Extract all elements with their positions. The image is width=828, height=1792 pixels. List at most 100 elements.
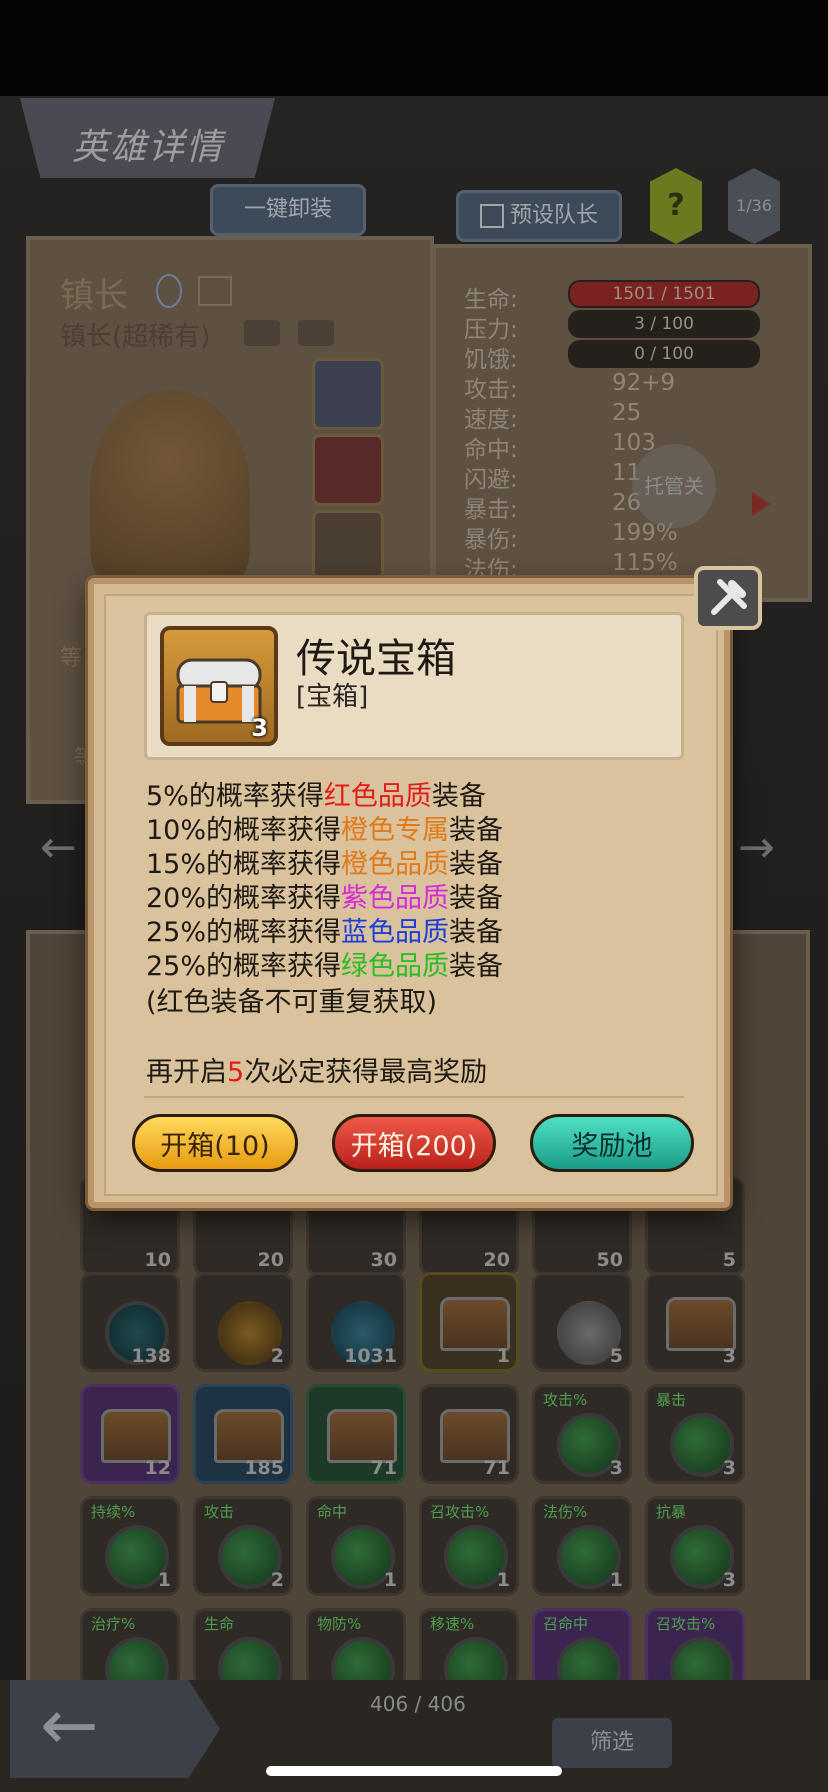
inventory-slot[interactable]: 命中 1	[306, 1496, 406, 1596]
slot-tag: 法伤%	[543, 1503, 588, 1521]
preset-leader-toggle[interactable]: 预设队长	[456, 190, 622, 242]
inventory-slot[interactable]: 185	[193, 1384, 293, 1484]
slot-count: 20	[257, 1249, 284, 1271]
inventory-slot[interactable]: 生命	[193, 1608, 293, 1701]
page-indicator[interactable]: 1/36	[728, 168, 780, 244]
stat-label-crit: 暴击:	[464, 497, 518, 523]
level-label: 等	[60, 646, 83, 671]
slot-count: 5	[609, 1345, 623, 1367]
stat-label-hp: 生命:	[464, 287, 518, 313]
slot-count: 3	[722, 1457, 736, 1479]
slot-tag: 生命	[204, 1615, 235, 1633]
inventory-slot[interactable]: 持续% 1	[80, 1496, 180, 1596]
stat-bar-hp: 1501 / 1501	[568, 280, 760, 308]
stat-label-stress: 压力:	[464, 317, 518, 343]
next-hero-arrow-icon[interactable]: →	[738, 822, 788, 873]
chest-icon	[101, 1409, 171, 1463]
equip-slot-head[interactable]	[312, 358, 384, 430]
slot-count: 50	[596, 1249, 623, 1271]
slot-count: 10	[144, 1249, 171, 1271]
hero-subtitle: 镇长(超稀有)	[60, 322, 211, 352]
chest-icon	[440, 1409, 510, 1463]
item-count: 3	[251, 714, 268, 742]
inventory-slot[interactable]: 召攻击%	[645, 1608, 745, 1701]
stat-label-crit-dmg: 暴伤:	[464, 527, 518, 553]
open-200-button[interactable]: 开箱(200)	[332, 1114, 496, 1172]
slot-tag: 物防%	[317, 1615, 362, 1633]
inventory-slot[interactable]: 71	[419, 1384, 519, 1484]
item-icon-frame: 3	[160, 626, 278, 746]
inventory-slot[interactable]: 138	[80, 1272, 180, 1372]
inventory-slot[interactable]: 暴击 3	[645, 1384, 745, 1484]
back-button[interactable]: ←	[10, 1680, 220, 1778]
inventory-slot[interactable]: 3	[645, 1272, 745, 1372]
slot-count: 3	[609, 1457, 623, 1479]
prob-text: 25%的概率获得	[146, 951, 342, 982]
slot-count: 20	[483, 1249, 510, 1271]
help-button[interactable]: ?	[650, 168, 702, 244]
inventory-slot[interactable]: 5	[532, 1272, 632, 1372]
inventory-slot[interactable]: 物防%	[306, 1608, 406, 1701]
inventory-slot[interactable]: 移速%	[419, 1608, 519, 1701]
guarantee-number: 5	[227, 1057, 245, 1088]
auto-battle-button[interactable]: 托管关	[632, 444, 716, 528]
slot-tag: 抗暴	[656, 1503, 687, 1521]
inventory-slot[interactable]: 抗暴 3	[645, 1496, 745, 1596]
item-type: [宝箱]	[296, 682, 369, 712]
guarantee-pre: 再开启	[146, 1057, 227, 1088]
reward-pool-button[interactable]: 奖励池	[530, 1114, 694, 1172]
equip-slot-feet[interactable]	[312, 510, 384, 582]
next-arrow-icon[interactable]	[752, 492, 770, 516]
stat-label-speed: 速度:	[464, 407, 518, 433]
stat-value-attack: 92+9	[612, 370, 676, 396]
inventory-slot[interactable]: 2	[193, 1272, 293, 1372]
inventory-slot[interactable]: 1	[419, 1272, 519, 1372]
inventory-slot[interactable]: 召攻击% 1	[419, 1496, 519, 1596]
inventory-slot[interactable]: 法伤% 1	[532, 1496, 632, 1596]
slot-tag: 暴击	[656, 1391, 687, 1409]
slot-count: 71	[483, 1457, 510, 1479]
checkbox-icon[interactable]	[479, 204, 504, 228]
inventory-slot[interactable]: 12	[80, 1384, 180, 1484]
unequip-all-button[interactable]: 一键卸装	[210, 184, 366, 236]
slot-count: 138	[131, 1345, 171, 1367]
open-10-button[interactable]: 开箱(10)	[132, 1114, 298, 1172]
prev-hero-arrow-icon[interactable]: ←	[40, 822, 90, 873]
gender-icon	[156, 274, 182, 308]
slot-count: 3	[722, 1569, 736, 1591]
home-indicator	[266, 1766, 562, 1776]
inventory-slot[interactable]: 治疗%	[80, 1608, 180, 1701]
slot-tag: 治疗%	[91, 1615, 136, 1633]
stats-panel: 生命: 1501 / 1501 压力: 3 / 100 饥饿: 0 / 100 …	[432, 244, 812, 602]
close-button[interactable]	[694, 566, 762, 630]
slot-tag: 召攻击%	[656, 1615, 716, 1633]
slot-tag: 命中	[317, 1503, 348, 1521]
edit-icon[interactable]	[198, 276, 232, 306]
probability-line: 25%的概率获得绿色品质装备	[146, 944, 503, 983]
slot-tag: 攻击%	[543, 1391, 588, 1409]
stat-label-hit: 命中:	[464, 437, 518, 463]
chest-icon	[666, 1297, 736, 1351]
stat-bar-hunger: 0 / 100	[568, 340, 760, 368]
guarantee-post: 次必定获得最高奖励	[244, 1057, 488, 1088]
divider	[144, 1096, 684, 1098]
rarity-icon	[244, 320, 280, 346]
prob-highlight: 绿色品质	[341, 951, 450, 982]
inventory-slot[interactable]: 召命中	[532, 1608, 632, 1701]
inventory-slot[interactable]: 攻击% 3	[532, 1384, 632, 1484]
stat-label-attack: 攻击:	[464, 377, 518, 403]
slot-tag: 召攻击%	[430, 1503, 490, 1521]
inventory-slot[interactable]: 1031	[306, 1272, 406, 1372]
filter-button[interactable]: 筛选	[552, 1718, 672, 1768]
inventory-slot[interactable]: 71	[306, 1384, 406, 1484]
slot-tag: 召命中	[543, 1615, 589, 1633]
slot-count: 1	[383, 1569, 397, 1591]
inventory-slot[interactable]: 攻击 2	[193, 1496, 293, 1596]
chest-icon	[327, 1409, 397, 1463]
equip-slot-body[interactable]	[312, 434, 384, 506]
stat-label-hunger: 饥饿:	[464, 347, 518, 373]
close-icon	[711, 579, 747, 615]
slot-tag: 移速%	[430, 1615, 475, 1633]
slot-count: 2	[270, 1345, 284, 1367]
slot-tag: 持续%	[91, 1503, 136, 1521]
